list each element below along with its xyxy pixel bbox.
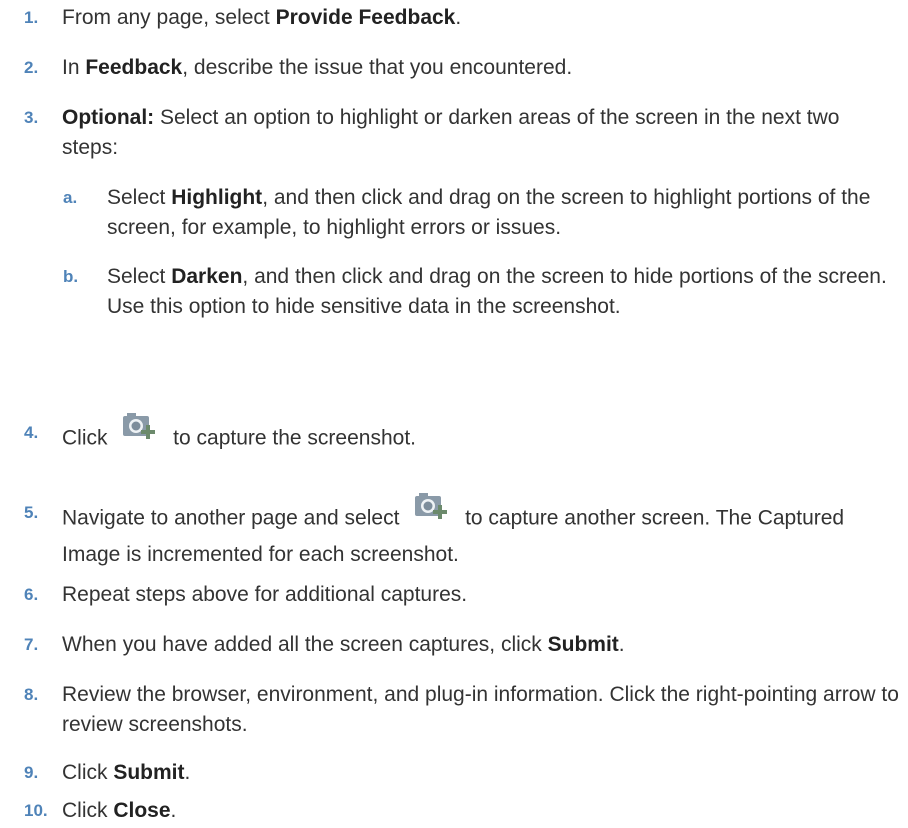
step-number: 5. <box>24 503 39 522</box>
step-text: Review the browser, environment, and plu… <box>62 683 899 736</box>
step-number: 3. <box>24 108 39 127</box>
feedback-steps-list: 1. From any page, select Provide Feedbac… <box>0 0 908 828</box>
step-text: In Feedback, describe the issue that you… <box>62 56 573 79</box>
camera-plus-icon[interactable] <box>411 484 453 526</box>
substep-text: Select Darken, and then click and drag o… <box>107 265 887 318</box>
step-number: 1. <box>24 8 39 27</box>
substep-letter: a. <box>63 188 78 207</box>
step-number: 10. <box>24 801 48 820</box>
step-number: 4. <box>24 423 39 442</box>
step-text: Optional: Select an option to highlight … <box>62 106 840 159</box>
camera-plus-icon[interactable] <box>119 404 161 446</box>
step-number: 7. <box>24 635 39 654</box>
step-text: Click Submit. <box>62 761 191 784</box>
step-text: When you have added all the screen captu… <box>62 633 625 656</box>
substep-letter: b. <box>63 267 79 286</box>
step-text: Navigate to another page and select to c… <box>62 493 900 570</box>
step-number: 9. <box>24 763 39 782</box>
step-number: 2. <box>24 58 39 77</box>
step-text: From any page, select Provide Feedback. <box>62 6 462 29</box>
step-text: Click Close. <box>62 799 177 822</box>
step-number: 6. <box>24 585 39 604</box>
step-text: Repeat steps above for additional captur… <box>62 583 468 606</box>
step-number: 8. <box>24 685 39 704</box>
substep-text: Select Highlight, and then click and dra… <box>107 186 871 239</box>
step-text: Click to capture the screenshot. <box>62 413 900 460</box>
